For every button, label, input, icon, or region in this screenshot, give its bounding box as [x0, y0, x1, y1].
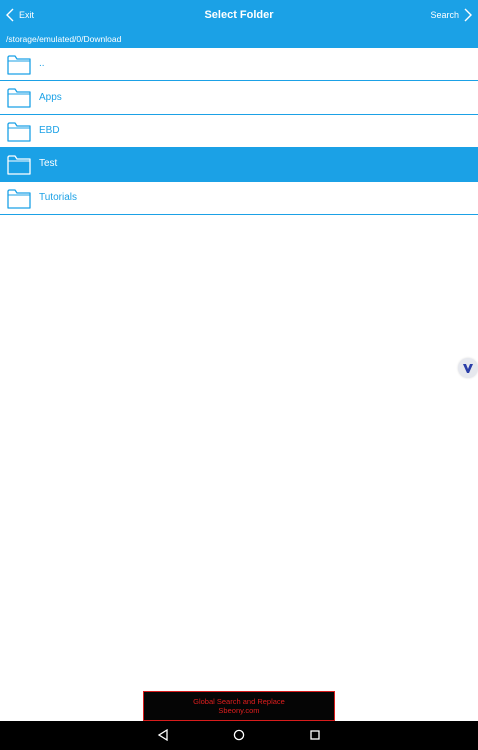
nav-home-icon	[233, 729, 245, 741]
ad-line-2: Sbeony.com	[218, 706, 260, 715]
nav-recents-button[interactable]	[308, 728, 322, 742]
folder-icon	[7, 88, 31, 109]
nav-recents-icon	[310, 730, 320, 740]
folder-row[interactable]: Tutorials	[0, 181, 478, 215]
ad-line-1: Global Search and Replace	[193, 697, 285, 706]
chevron-right-icon	[464, 8, 472, 22]
nav-back-button[interactable]	[156, 728, 170, 742]
folder-name: Test	[39, 158, 58, 170]
page-title: Select Folder	[204, 9, 274, 21]
folder-name: Tutorials	[39, 191, 77, 203]
folder-name: ..	[39, 58, 45, 70]
folder-icon	[7, 55, 31, 75]
header-bar: Exit Select Folder Search /storage/emula…	[0, 0, 478, 48]
current-path: /storage/emulated/0/Download	[6, 34, 122, 44]
v-logo-icon	[463, 364, 473, 373]
folder-row[interactable]: EBD	[0, 114, 478, 149]
folder-picker-screen: Exit Select Folder Search /storage/emula…	[0, 0, 478, 750]
folder-row[interactable]: Apps	[0, 81, 478, 115]
nav-back-icon	[157, 729, 168, 741]
search-button[interactable]: Search	[430, 7, 472, 23]
folder-name: EBD	[39, 124, 60, 136]
folder-list: .. Apps EBD Test Tutorials	[0, 48, 478, 215]
nav-home-button[interactable]	[232, 728, 246, 742]
ad-banner[interactable]: Global Search and Replace Sbeony.com	[143, 691, 335, 721]
folder-row[interactable]: Test	[0, 148, 478, 182]
folder-icon	[7, 155, 31, 175]
folder-icon	[7, 122, 31, 142]
folder-name: Apps	[39, 91, 62, 103]
folder-icon	[7, 188, 31, 209]
search-label: Search	[430, 10, 459, 20]
folder-row[interactable]: ..	[0, 48, 478, 82]
floating-action-button[interactable]	[458, 358, 478, 378]
system-nav-bar	[0, 721, 478, 750]
